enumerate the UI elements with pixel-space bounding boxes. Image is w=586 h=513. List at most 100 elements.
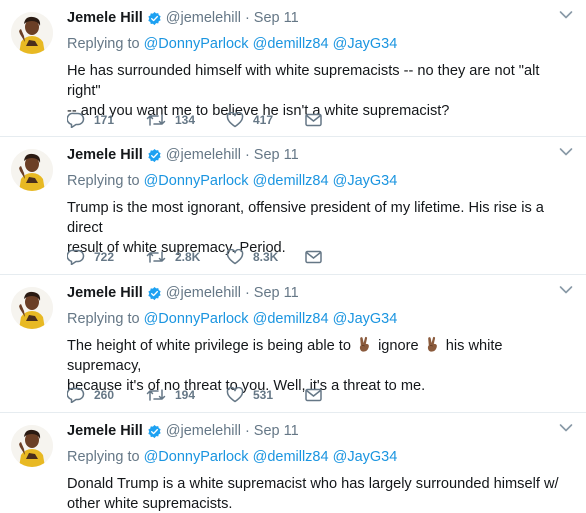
mention-link[interactable]: @demillz84: [253, 36, 329, 52]
heart-icon: [226, 387, 244, 403]
chevron-down-icon[interactable]: [559, 285, 573, 295]
replying-prefix: Replying to: [67, 449, 140, 465]
replying-prefix: Replying to: [67, 173, 140, 189]
verified-badge-icon: [147, 424, 162, 439]
retweet-icon: [146, 114, 166, 126]
like-button[interactable]: 417: [226, 112, 305, 128]
separator-dot: ·: [244, 10, 250, 26]
author-handle[interactable]: @jemelehill: [166, 285, 241, 301]
avatar[interactable]: [11, 12, 53, 54]
mention-link[interactable]: @DonnyParlock: [144, 173, 249, 189]
tweet-header: Jemele Hill @jemelehill · Sep 11: [67, 9, 299, 27]
tweet-text-line: Donald Trump is a white supremacist who …: [67, 476, 559, 492]
tweet-actions: 722 2.8K 8.3K: [67, 248, 322, 266]
replying-to: Replying to @DonnyParlock @demillz84 @Ja…: [67, 36, 397, 52]
like-count: 8.3K: [253, 250, 279, 264]
like-button[interactable]: 531: [226, 387, 305, 403]
direct-message-button[interactable]: [305, 250, 322, 264]
tweet-date[interactable]: Sep 11: [254, 147, 299, 163]
tweet-text-part: ignore: [378, 338, 419, 354]
tweet-text-line: other white supremacists.: [67, 496, 233, 512]
mention-link[interactable]: @demillz84: [253, 449, 329, 465]
author-name[interactable]: Jemele Hill: [67, 147, 143, 163]
mention-link[interactable]: @JayG34: [333, 173, 398, 189]
retweet-icon: [146, 251, 166, 263]
tweet[interactable]: Jemele Hill @jemelehill · Sep 11 Replyin…: [0, 0, 586, 137]
tweet-header: Jemele Hill @jemelehill · Sep 11: [67, 146, 299, 164]
reply-count: 171: [94, 113, 115, 127]
mention-link[interactable]: @DonnyParlock: [144, 449, 249, 465]
direct-message-button[interactable]: [305, 113, 322, 127]
heart-icon: [226, 112, 244, 128]
separator-dot: ·: [244, 147, 250, 163]
author-name[interactable]: Jemele Hill: [67, 10, 143, 26]
like-button[interactable]: 8.3K: [226, 249, 305, 265]
tweet-text-line: He has surrounded himself with white sup…: [67, 63, 540, 99]
reply-icon: [67, 249, 85, 265]
mention-link[interactable]: @demillz84: [253, 173, 329, 189]
retweet-button[interactable]: 2.8K: [146, 249, 226, 265]
replying-to: Replying to @DonnyParlock @demillz84 @Ja…: [67, 311, 397, 327]
separator-dot: ·: [244, 285, 250, 301]
tweet-actions: 171 134 417: [67, 111, 322, 129]
replying-to: Replying to @DonnyParlock @demillz84 @Ja…: [67, 173, 397, 189]
reply-icon: [67, 387, 85, 403]
envelope-icon: [305, 113, 322, 127]
tweet-text-line: Trump is the most ignorant, offensive pr…: [67, 200, 544, 236]
avatar[interactable]: [11, 425, 53, 467]
tweet-text-line: The height of white privilege is being a…: [67, 336, 577, 376]
verified-badge-icon: [147, 11, 162, 26]
chevron-down-icon[interactable]: [559, 423, 573, 433]
author-handle[interactable]: @jemelehill: [166, 147, 241, 163]
verified-badge-icon: [147, 148, 162, 163]
reply-button[interactable]: 171: [67, 112, 146, 128]
tweet-date[interactable]: Sep 11: [254, 285, 299, 301]
reply-button[interactable]: 722: [67, 249, 146, 265]
tweet-actions: 260 194 531: [67, 386, 322, 404]
author-handle[interactable]: @jemelehill: [166, 423, 241, 439]
mention-link[interactable]: @JayG34: [333, 311, 398, 327]
retweet-icon: [146, 389, 166, 401]
like-count: 417: [253, 113, 274, 127]
like-count: 531: [253, 388, 274, 402]
tweet-text-part: The height of white privilege is being a…: [67, 338, 355, 354]
author-name[interactable]: Jemele Hill: [67, 285, 143, 301]
chevron-down-icon[interactable]: [559, 10, 573, 20]
replying-prefix: Replying to: [67, 311, 140, 327]
retweet-count: 2.8K: [175, 250, 201, 264]
mention-link[interactable]: @DonnyParlock: [144, 36, 249, 52]
victory-hand-emoji-icon: [424, 336, 441, 353]
separator-dot: ·: [244, 423, 250, 439]
reply-count: 722: [94, 250, 115, 264]
tweet-date[interactable]: Sep 11: [254, 423, 299, 439]
direct-message-button[interactable]: [305, 388, 322, 402]
tweet-header: Jemele Hill @jemelehill · Sep 11: [67, 422, 299, 440]
avatar[interactable]: [11, 149, 53, 191]
retweet-count: 194: [175, 388, 196, 402]
mention-link[interactable]: @JayG34: [333, 36, 398, 52]
tweet-header: Jemele Hill @jemelehill · Sep 11: [67, 284, 299, 302]
retweet-count: 134: [175, 113, 196, 127]
mention-link[interactable]: @DonnyParlock: [144, 311, 249, 327]
author-handle[interactable]: @jemelehill: [166, 10, 241, 26]
reply-count: 260: [94, 388, 115, 402]
retweet-button[interactable]: 194: [146, 387, 226, 403]
victory-hand-emoji-icon: [356, 336, 373, 353]
replying-prefix: Replying to: [67, 36, 140, 52]
tweet[interactable]: Jemele Hill @jemelehill · Sep 11 Replyin…: [0, 275, 586, 413]
tweet[interactable]: Jemele Hill @jemelehill · Sep 11 Replyin…: [0, 413, 586, 513]
tweet[interactable]: Jemele Hill @jemelehill · Sep 11 Replyin…: [0, 137, 586, 275]
mention-link[interactable]: @demillz84: [253, 311, 329, 327]
envelope-icon: [305, 250, 322, 264]
avatar[interactable]: [11, 287, 53, 329]
author-name[interactable]: Jemele Hill: [67, 423, 143, 439]
mention-link[interactable]: @JayG34: [333, 449, 398, 465]
reply-button[interactable]: 260: [67, 387, 146, 403]
chevron-down-icon[interactable]: [559, 147, 573, 157]
tweet-date[interactable]: Sep 11: [254, 10, 299, 26]
heart-icon: [226, 249, 244, 265]
verified-badge-icon: [147, 286, 162, 301]
retweet-button[interactable]: 134: [146, 112, 226, 128]
replying-to: Replying to @DonnyParlock @demillz84 @Ja…: [67, 449, 397, 465]
reply-icon: [67, 112, 85, 128]
